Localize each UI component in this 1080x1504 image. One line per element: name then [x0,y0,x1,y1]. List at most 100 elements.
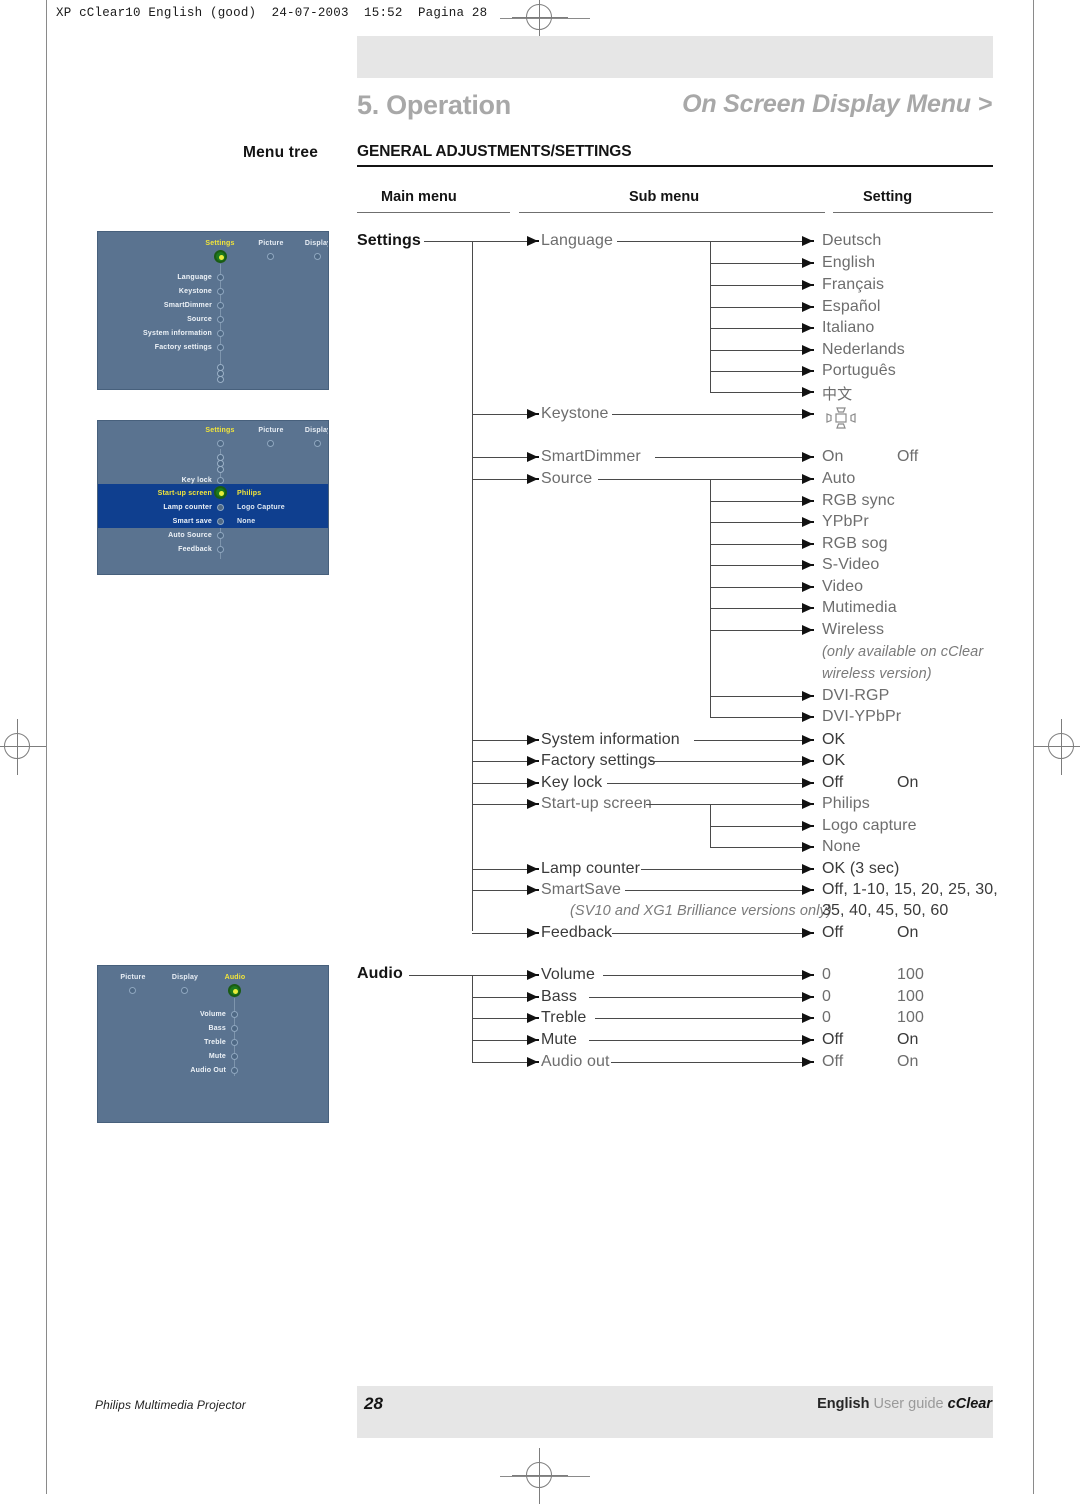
arrow-source-rgbsync [802,496,814,506]
setting-lang-italiano: Italiano [822,319,875,336]
osd3-dot-picture [129,987,136,994]
arrow-volume-setting [802,970,814,980]
source-line-mutimedia [710,608,802,609]
sub-factory-settings: Factory settings [541,752,656,769]
setting-feedback-on: On [897,924,919,941]
column-rule-setting [833,212,993,213]
osd1-dot-keystone [217,288,224,295]
page-title: On Screen Display Menu > [682,90,992,118]
footer-guide-info: English User guide cClear [817,1396,992,1412]
osd1-more-dot-3 [217,376,224,383]
setting-source-rgb-sync: RGB sync [822,492,895,509]
crop-rule-left [46,0,47,1494]
osd2-item-start-up-screen: Start-up screen [157,490,212,497]
arrow-source-rgbsog [802,539,814,549]
audio-out-to-setting [611,1062,802,1063]
arrow-source-wireless [802,625,814,635]
branch-audio-out [472,1062,527,1063]
osd2-more-dot-3 [217,466,224,473]
arrow-language [527,236,539,246]
sub-smartdimmer: SmartDimmer [541,448,641,465]
footer-page-number: 28 [364,1394,383,1413]
sub-system-information: System information [541,731,680,748]
arrow-lang-nederlands [802,345,814,355]
footer-brand: Philips Multimedia Projector [95,1398,246,1412]
osd2-option-none: None [237,518,256,525]
top-gray-band [357,36,993,78]
osd2-option-logo-capture: Logo Capture [237,504,285,511]
arrow-smartsave-setting [802,885,814,895]
lang-line-chinese [710,392,802,393]
chapter-title: 5. Operation [357,90,511,120]
arrow-treble-setting [802,1013,814,1023]
osd-screenshot-audio: Picture Display Audio Volume Bass Treble… [97,965,329,1123]
osd1-dot-factory-settings [217,344,224,351]
setting-source-mutimedia: Mutimedia [822,599,897,616]
arrow-startup-none [802,842,814,852]
osd-screenshot-settings-2: Settings Picture Display Key lock Start-… [97,420,329,575]
setting-volume-min: 0 [822,966,831,983]
osd3-dot-mute [231,1053,238,1060]
branch-key-lock [472,783,527,784]
factory-settings-to-setting [650,761,802,762]
section-rule [357,165,993,167]
source-line-ypbpr [710,522,802,523]
source-line-video [710,587,802,588]
branch-system-information [472,740,527,741]
arrow-lang-deutsch [802,236,814,246]
branch-smartdimmer [472,457,527,458]
setting-lang-chinese: 中文 [822,385,853,403]
arrow-keystone [527,409,539,419]
osd2-option-philips: Philips [237,490,262,497]
smartsave-note: (SV10 and XG1 Brilliance versions only) [570,903,832,919]
osd2-tab-picture: Picture [258,427,284,434]
branch-source [472,479,527,480]
osd2-item-smart-save: Smart save [172,518,212,525]
osd1-dot-smartdimmer [217,302,224,309]
osd3-item-audio-out: Audio Out [190,1067,226,1074]
arrow-lang-portugues [802,366,814,376]
setting-startup-philips: Philips [822,795,870,812]
osd2-dot-settings [217,440,224,447]
osd1-selector-settings [214,250,227,263]
system-information-to-setting [694,740,802,741]
print-header-text: XP cClear10 English (good) 24-07-2003 15… [56,6,488,20]
source-line-svideo [710,565,802,566]
osd3-dot-volume [231,1011,238,1018]
osd1-dot-source [217,316,224,323]
registration-mark-bottom [512,1448,568,1504]
arrow-source-auto [802,474,814,484]
arrow-audio-mute [527,1035,539,1045]
arrow-audio-out [527,1057,539,1067]
setting-smartdimmer-off: Off [897,448,919,465]
osd2-dot-display [314,440,321,447]
osd1-item-language: Language [177,274,212,281]
setting-key-lock-off: Off [822,774,844,791]
osd3-item-volume: Volume [200,1011,226,1018]
osd1-item-system-information: System information [143,330,212,337]
arrow-system-information-setting [802,735,814,745]
setting-source-auto: Auto [822,470,856,487]
source-line-dvi-ypbpr [710,717,802,718]
arrow-audio-treble [527,1013,539,1023]
arrow-keystone-setting [802,409,814,419]
osd-screenshot-settings-1: Settings Picture Display Language Keysto… [97,231,329,390]
sub-audio-volume: Volume [541,966,595,983]
wireless-note-line-2: wireless version) [822,666,932,682]
osd1-dot-system-information [217,330,224,337]
setting-source-ypbpr: YPbPr [822,513,869,530]
startup-to-col3 [646,804,802,805]
osd2-dot-picture [267,440,274,447]
arrow-startup-screen [527,799,539,809]
setting-source-rgb-sog: RGB sog [822,535,888,552]
volume-to-setting [603,975,802,976]
key-lock-to-setting [607,783,802,784]
arrow-lang-espanol [802,302,814,312]
osd3-item-mute: Mute [208,1053,226,1060]
arrow-factory-settings [527,756,539,766]
osd3-tab-picture: Picture [120,974,146,981]
setting-lang-english: English [822,254,876,271]
arrow-startup-philips [802,799,814,809]
osd1-tab-display: Display [304,240,329,247]
osd2-item-lamp-counter: Lamp counter [163,504,212,511]
